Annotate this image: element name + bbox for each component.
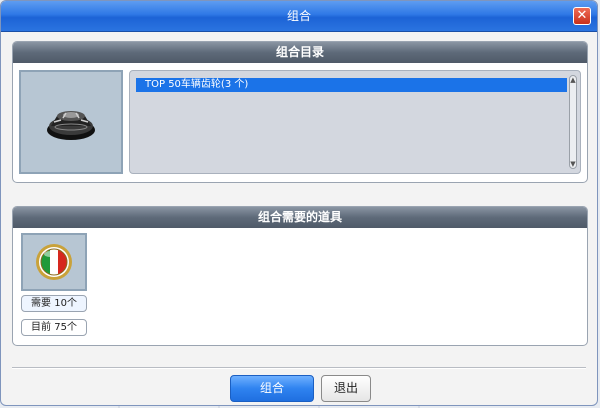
current-quantity: 目前 75个 — [21, 319, 87, 336]
list-scrollbar[interactable]: ▲ ▼ — [569, 75, 577, 169]
close-button[interactable]: ✕ — [573, 7, 591, 25]
scroll-down-icon[interactable]: ▼ — [570, 160, 576, 168]
material-image — [21, 233, 87, 291]
catalog-header: 组合目录 — [13, 42, 587, 63]
required-quantity: 需要 10个 — [21, 295, 87, 312]
close-icon: ✕ — [576, 8, 588, 23]
combine-button[interactable]: 组合 — [230, 375, 314, 402]
materials-header: 组合需要的道具 — [13, 207, 587, 228]
list-item[interactable]: TOP 50车辆齿轮(3 个) — [136, 78, 567, 92]
combine-dialog: 组合 ✕ 组合目录 TOP 50车辆齿轮(3 个) ▲ ▼ 组合需要的道具 需要… — [0, 0, 598, 406]
materials-panel: 组合需要的道具 需要 10个 目前 75个 — [12, 206, 588, 346]
dialog-title: 组合 — [286, 9, 311, 23]
italy-flag-badge-icon — [36, 244, 72, 280]
exit-button[interactable]: 退出 — [321, 375, 371, 402]
catalog-panel: 组合目录 TOP 50车辆齿轮(3 个) ▲ ▼ — [12, 41, 588, 183]
scroll-up-icon[interactable]: ▲ — [570, 76, 576, 84]
selected-item-image — [19, 70, 123, 174]
footer-divider — [12, 367, 586, 369]
combine-list[interactable]: TOP 50车辆齿轮(3 个) ▲ ▼ — [129, 70, 581, 174]
gear-part-icon — [47, 111, 95, 140]
dialog-titlebar[interactable]: 组合 ✕ — [1, 1, 597, 32]
